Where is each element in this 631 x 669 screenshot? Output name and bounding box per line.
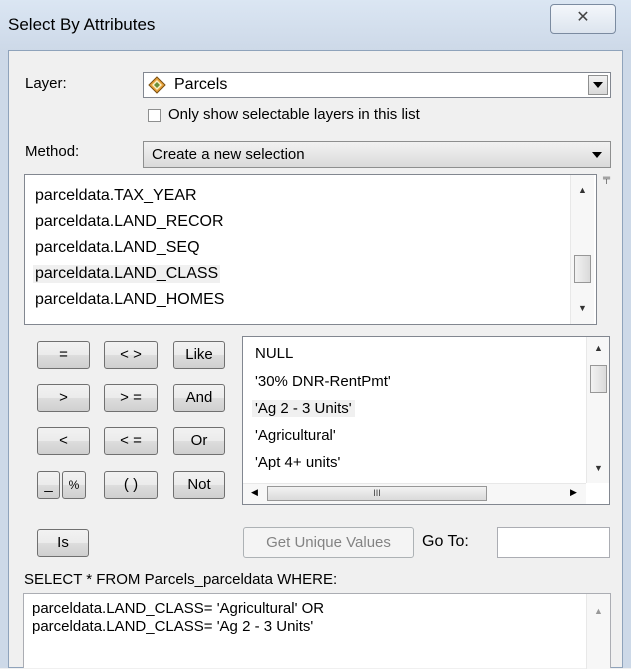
like-button[interactable]: Like [173,341,225,369]
query-expression-textbox[interactable]: parceldata.LAND_CLASS= 'Agricultural' OR… [23,593,611,669]
underscore-button[interactable]: _ [37,471,60,499]
only-selectable-checkbox[interactable] [148,109,161,122]
scroll-down-icon[interactable]: ▼ [587,463,609,473]
field-item-selected[interactable]: parceldata.LAND_CLASS [33,265,221,283]
scroll-right-icon[interactable]: ▶ [570,487,577,498]
layer-dropdown-value: Parcels [174,76,228,93]
scroll-thumb[interactable] [574,255,591,283]
layer-diamond-icon [148,76,166,94]
scroll-up-icon[interactable]: ▲ [587,606,610,616]
not-equal-button[interactable]: < > [104,341,158,369]
goto-label: Go To: [422,533,469,550]
field-item[interactable]: parceldata.LAND_HOMES [35,291,224,309]
close-button[interactable]: ✕ [550,4,616,34]
query-line-2: parceldata.LAND_CLASS= 'Ag 2 - 3 Units' [32,618,314,635]
value-item[interactable]: 'Apt 4+ units' [255,454,340,471]
percent-button[interactable]: % [62,471,86,499]
not-button[interactable]: Not [173,471,225,499]
chevron-down-icon[interactable] [588,75,608,95]
horizontal-scroll-thumb[interactable]: III [267,486,487,501]
field-item[interactable]: parceldata.LAND_RECOR [35,213,224,231]
is-button[interactable]: Is [37,529,89,557]
only-selectable-label: Only show selectable layers in this list [168,106,420,123]
get-unique-values-button[interactable]: Get Unique Values [243,527,414,558]
value-item[interactable]: '30% DNR-RentPmt' [255,373,391,390]
values-vertical-scrollbar[interactable]: ▲ ▼ [586,337,609,483]
scroll-up-icon[interactable]: ▲ [587,343,609,353]
method-dropdown-value: Create a new selection [152,146,305,163]
query-line-1: parceldata.LAND_CLASS= 'Agricultural' OR [32,600,325,617]
and-button[interactable]: And [173,384,225,412]
fields-list[interactable]: parceldata.TAX_YEAR parceldata.LAND_RECO… [24,174,597,325]
window-title: Select By Attributes [8,15,156,34]
method-label: Method: [25,143,80,160]
values-horizontal-scrollbar[interactable]: ◀ III ▶ [243,483,586,504]
less-than-button[interactable]: < [37,427,90,455]
layer-label: Layer: [25,75,67,92]
values-list[interactable]: NULL '30% DNR-RentPmt' 'Ag 2 - 3 Units' … [242,336,610,505]
query-vertical-scrollbar[interactable]: ▲ [586,594,610,669]
field-item[interactable]: parceldata.TAX_YEAR [35,187,197,205]
layer-dropdown[interactable]: Parcels [143,72,611,98]
window-border-left [0,50,8,668]
greater-than-button[interactable]: > [37,384,90,412]
scroll-down-icon[interactable]: ▼ [571,303,594,313]
or-button[interactable]: Or [173,427,225,455]
value-item-selected[interactable]: 'Ag 2 - 3 Units' [252,400,355,417]
scroll-left-icon[interactable]: ◀ [251,487,258,498]
scroll-up-icon[interactable]: ▲ [571,185,594,195]
less-equal-button[interactable]: < = [104,427,158,455]
window-border-right [623,50,631,668]
goto-input[interactable] [497,527,610,558]
field-item[interactable]: parceldata.LAND_SEQ [35,239,200,257]
fields-vertical-scrollbar[interactable]: ▲ ▼ [570,175,594,324]
sql-header: SELECT * FROM Parcels_parceldata WHERE: [24,571,338,588]
chevron-down-icon [592,152,602,158]
value-item[interactable]: 'Agricultural' [255,427,336,444]
scroll-thumb[interactable] [590,365,607,393]
value-item[interactable]: NULL [255,345,293,362]
greater-equal-button[interactable]: > = [104,384,158,412]
splitter-grip-icon[interactable]: ╤ [603,173,610,184]
method-dropdown[interactable]: Create a new selection [143,141,611,168]
close-icon: ✕ [576,9,590,26]
parentheses-button[interactable]: ( ) [104,471,158,499]
equals-button[interactable]: = [37,341,90,369]
